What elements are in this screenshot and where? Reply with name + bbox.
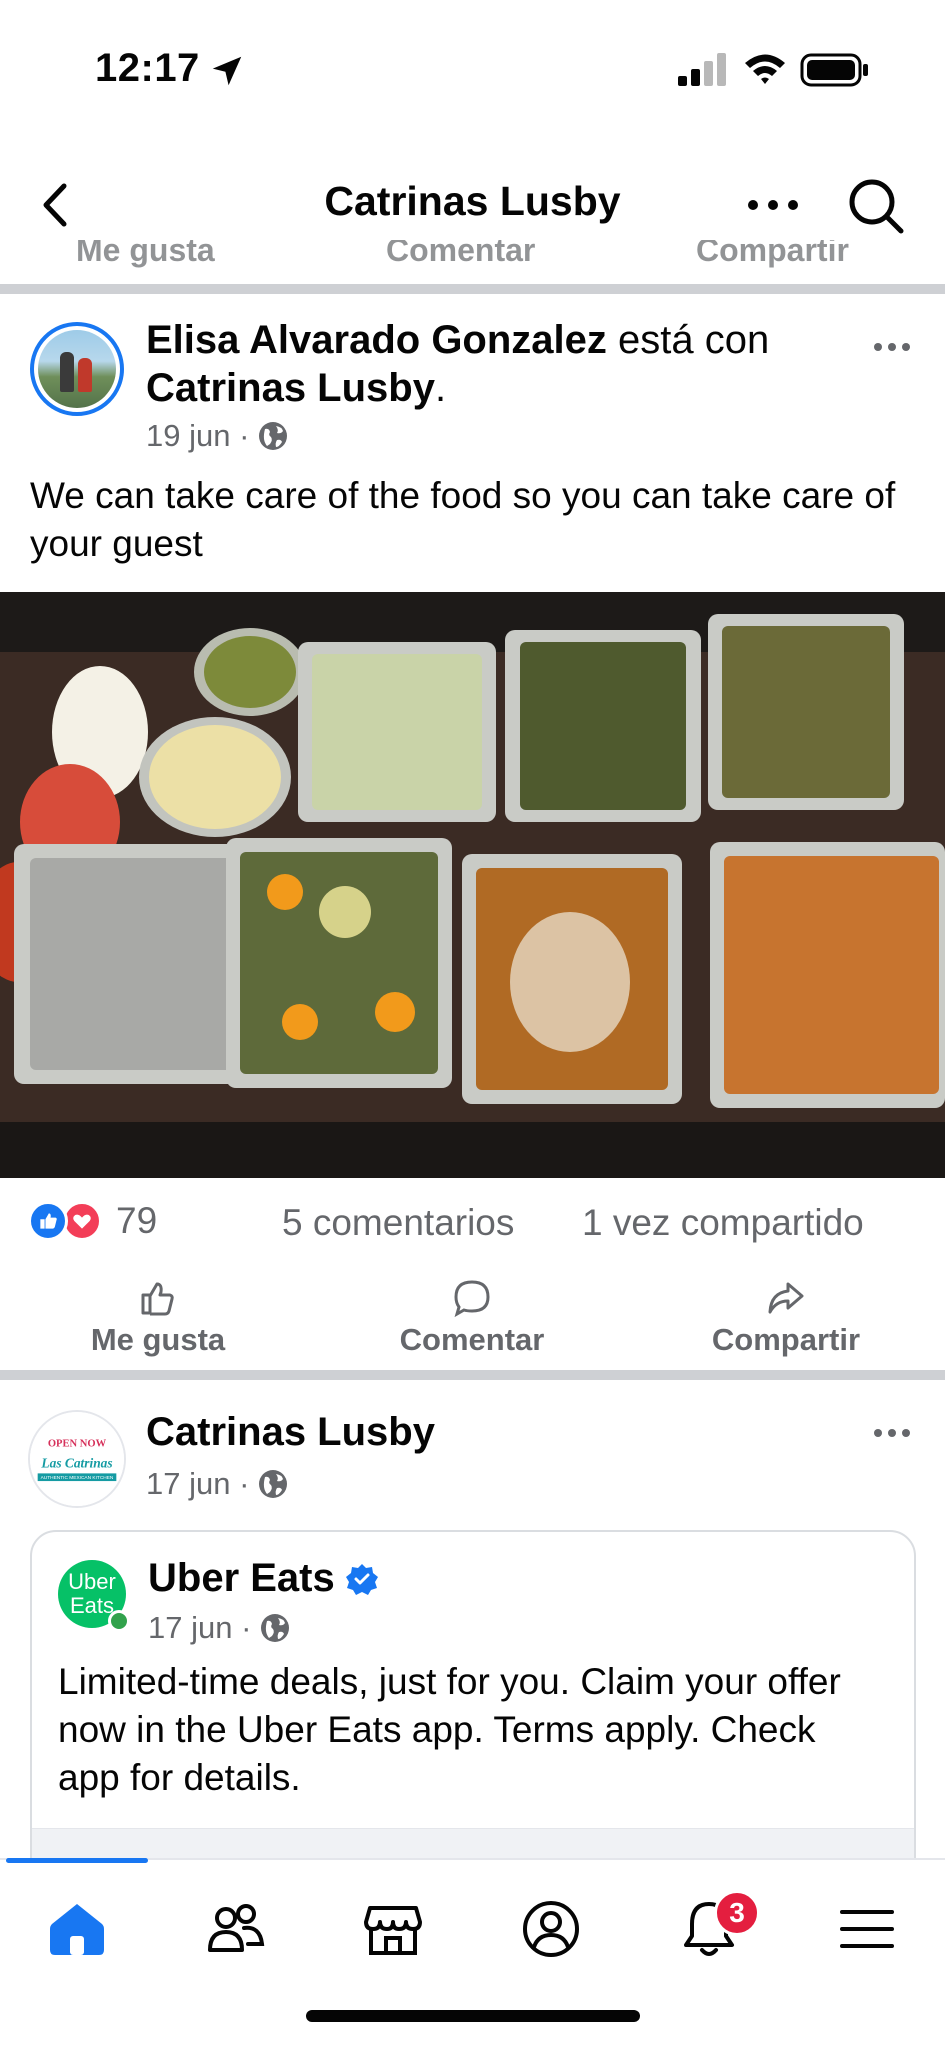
uber-avatar-line1: Uber [68,1569,116,1594]
hamburger-menu-icon [840,1910,894,1948]
comments-count[interactable]: 5 comentarios [282,1202,514,1244]
svg-text:AUTHENTIC MEXICAN KITCHEN: AUTHENTIC MEXICAN KITCHEN [41,1475,114,1481]
profile-icon [523,1901,579,1957]
comment-button[interactable]: Comentar [342,1278,602,1358]
shared-post-text: Limited-time deals, just for you. Claim … [58,1661,841,1798]
wifi-icon [745,54,785,84]
globe-icon [261,1614,290,1642]
previous-like-label[interactable]: Me gusta [76,240,215,269]
post-date[interactable]: 19 jun · [146,418,249,454]
notification-badge: 3 [714,1890,760,1936]
status-bar: 12:17 [0,0,945,140]
like-button[interactable]: Me gusta [28,1278,288,1358]
post-meta: 19 jun · [146,418,289,454]
battery-icon [800,53,868,87]
post-text: We can take care of the food so you can … [30,475,896,564]
friends-icon [208,1904,265,1952]
shared-meta: 17 jun · [148,1610,291,1646]
like-label: Me gusta [90,1322,226,1357]
thumbs-up-icon [141,1282,174,1316]
page-avatar[interactable]: OPEN NOW Las Catrinas AUTHENTIC MEXICAN … [28,1410,126,1508]
previous-share-label[interactable]: Compartir [696,240,849,269]
reaction-count: 79 [116,1200,158,1241]
reaction-summary[interactable]: 79 [28,1200,157,1242]
shared-author-name[interactable]: Uber Eats [148,1556,335,1601]
location-arrow-icon [212,56,242,86]
love-reaction-icon [62,1201,102,1241]
tab-marketplace[interactable] [362,1898,432,1968]
share-label: Compartir [711,1322,861,1357]
post-author-line: Elisa Alvarado Gonzalez está con Catrina… [146,316,846,412]
tab-home[interactable] [46,1898,116,1968]
post-separator [0,1370,945,1380]
page-title: Catrinas Lusby [324,178,621,224]
post2-meta: 17 jun · [146,1466,289,1502]
facebook-page-feed: 12:17 Catrinas Lusby Me gusta Comentar C… [0,0,945,2048]
status-time: 12:17 [95,46,200,90]
post-photo-catering-trays[interactable] [0,592,945,1178]
tab-friends[interactable] [204,1898,274,1968]
shared-date[interactable]: 17 jun · [148,1610,251,1646]
post2-more-icon[interactable] [872,1426,912,1440]
post-tag-suffix: . [434,366,447,410]
svg-text:OPEN NOW: OPEN NOW [48,1439,107,1450]
comment-label: Comentar [399,1322,545,1357]
uber-avatar-line2: Eats [69,1593,115,1618]
post-separator [0,284,945,294]
search-icon[interactable] [846,176,906,236]
cellular-signal-icon [678,53,726,86]
post-author-name[interactable]: Elisa Alvarado Gonzalez [146,318,607,362]
catrinas-logo: OPEN NOW Las Catrinas AUTHENTIC MEXICAN … [30,1412,124,1506]
tab-profile[interactable] [520,1898,590,1968]
share-button[interactable]: Compartir [656,1278,916,1358]
svg-text:Las Catrinas: Las Catrinas [40,1456,112,1471]
globe-icon [259,1470,288,1498]
previous-post-actions: Me gusta Comentar Compartir [0,240,945,270]
tab-menu[interactable] [836,1898,906,1968]
comment-bubble-icon [454,1280,490,1318]
post-more-icon[interactable] [872,340,912,354]
more-options-icon[interactable] [745,195,801,215]
share-arrow-icon [768,1282,804,1314]
active-tab-indicator [6,1858,148,1863]
marketplace-store-icon [364,1906,422,1955]
online-status-dot [108,1610,130,1632]
post-with-text: está con [606,318,770,362]
verified-badge-icon [345,1563,378,1595]
shares-count[interactable]: 1 vez compartido [582,1202,864,1244]
tab-notifications[interactable]: 3 [678,1890,760,1968]
previous-comment-label[interactable]: Comentar [386,240,535,269]
home-indicator[interactable] [306,2010,640,2022]
post2-author-name[interactable]: Catrinas Lusby [146,1410,435,1455]
globe-icon [259,422,288,450]
author-avatar[interactable] [30,322,124,416]
post2-date[interactable]: 17 jun · [146,1466,249,1502]
shared-author: Uber Eats [148,1556,379,1601]
like-reaction-icon [28,1201,68,1241]
post-tagged-page[interactable]: Catrinas Lusby [146,366,435,410]
home-icon [50,1904,104,1955]
